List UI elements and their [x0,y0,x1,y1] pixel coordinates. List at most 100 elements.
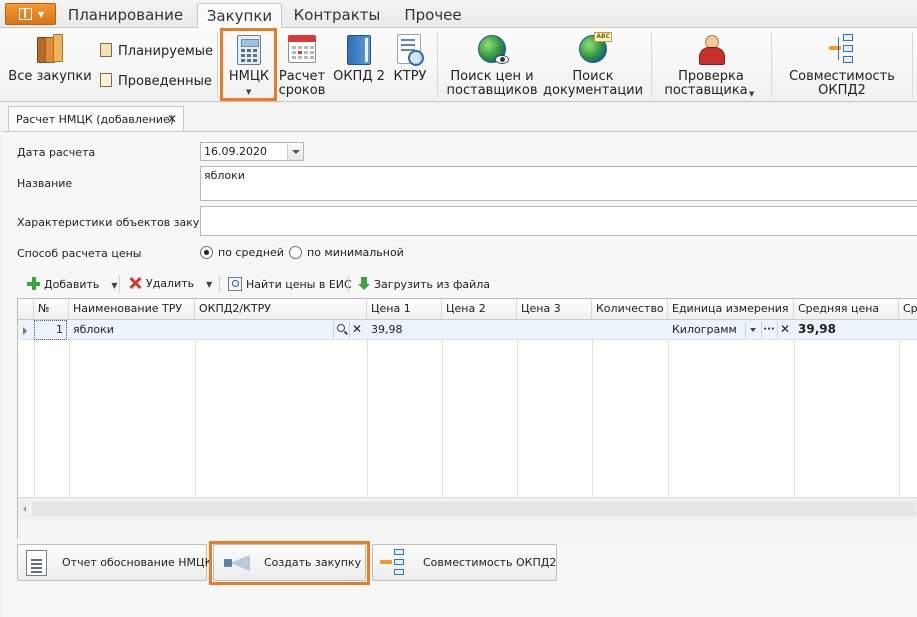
ribbon-separator [651,32,652,98]
cell-price1[interactable]: 39,98 [371,320,403,340]
name-input[interactable]: яблоки [200,166,917,201]
compat-okpd2-button[interactable]: Совместимость ОКПД2 [372,544,557,581]
search-icon [337,324,345,332]
ribbon-tab-bar: ▼ Планирование Закупки Контракты Прочее [0,0,917,29]
date-label: Дата расчета [17,146,96,159]
delete-icon [129,277,141,289]
cell-avg-price[interactable]: 39,98 [798,320,836,340]
tab-planning[interactable]: Планирование [62,3,189,28]
ribbon-separator [771,32,772,98]
grid-header-price1[interactable]: Цена 1 [367,299,442,320]
delete-button[interactable]: Удалить ▼ [129,277,212,290]
row-indicator-icon [23,327,27,335]
date-value: 16.09.2020 [204,145,267,158]
calc-terms-label-1: Расчет [278,69,326,84]
compat-label-1: Совместимость [789,69,895,84]
create-purchase-highlight-frame [209,541,370,585]
grid-header-okpd[interactable]: ОКПД2/КТРУ [195,299,367,320]
date-field[interactable]: 16.09.2020 [200,142,304,161]
clear-icon: ✕ [351,322,363,336]
ellipsis-icon: ··· [763,324,775,335]
books-icon [35,34,65,64]
check-supplier-label-1: Проверка [678,69,744,84]
okpd-search-button[interactable] [333,322,348,338]
ribbon-panel: Все закупки Планируемые Проведенные НМЦК… [0,28,917,102]
check-supplier-button[interactable]: Проверка поставщика ▼ [660,32,762,98]
search-docs-button[interactable]: Поиск документации [543,32,643,98]
method-minimum-label: по минимальной [307,246,404,259]
characteristics-label: Характеристики объектов закупки [17,216,221,229]
all-purchases-button[interactable]: Все закупки [8,32,92,98]
tab-purchases[interactable]: Закупки [197,3,282,29]
chevron-down-icon[interactable]: ▼ [206,280,212,289]
app-menu-button[interactable]: ▼ [5,3,56,25]
calc-terms-button[interactable]: Расчет сроков [278,32,326,98]
chevron-down-icon[interactable]: ▼ [111,281,117,290]
report-document-icon [26,550,47,576]
toolbar-separator [348,275,349,293]
eye-icon [495,55,509,64]
add-button[interactable]: Добавить ▼ [27,277,118,291]
toolbar-separator [119,275,120,293]
grid-header-avg-price[interactable]: Средняя цена [794,299,899,320]
tab-other[interactable]: Прочее [395,3,471,28]
grid-header-unit[interactable]: Единица измерения [668,299,794,320]
grid-header-price3[interactable]: Цена 3 [517,299,592,320]
grid-header-price2[interactable]: Цена 2 [442,299,517,320]
conducted-button[interactable]: Проведенные [100,73,212,89]
planned-label: Планируемые [118,44,214,59]
search-prices-button[interactable]: Поиск цен и поставщиков [444,32,540,98]
unit-clear-button[interactable]: ✕ [777,322,792,338]
date-dropdown-button[interactable] [287,143,303,160]
ktru-button[interactable]: КТРУ [390,32,430,98]
close-icon[interactable]: ✕ [167,107,177,132]
document-tab-title: Расчет НМЦК (добавление) [16,113,175,126]
nmck-highlight-frame [220,28,277,101]
chevron-down-icon [750,328,756,332]
cell-unit[interactable]: Килограмм [672,320,737,340]
toolbar-separator [219,275,220,293]
grid-header-name[interactable]: Наименование ТРУ [69,299,195,320]
document-tab-nmck[interactable]: Расчет НМЦК (добавление) ✕ [8,106,184,132]
scroll-left-icon[interactable] [23,506,26,512]
calc-terms-label-2: сроков [278,83,326,98]
ribbon-separator [912,32,913,98]
search-prices-label-2: поставщиков [446,83,538,98]
characteristics-input[interactable] [200,206,917,236]
load-from-file-button[interactable]: Загрузить из файла [358,277,490,291]
method-average-radio[interactable]: по средней [200,246,284,259]
conducted-label: Проведенные [118,74,212,89]
find-icon [228,277,242,291]
method-minimum-radio[interactable]: по минимальной [289,246,404,259]
horizontal-scrollbar[interactable] [18,497,917,519]
cell-num[interactable]: 1 [34,320,67,340]
grid-header-extra[interactable]: Ср [899,299,917,320]
grid-header-quantity[interactable]: Количество [592,299,668,320]
scrollbar-thumb[interactable] [32,502,916,516]
report-nmck-label: Отчет обоснование НМЦК [62,556,213,569]
catalog-search-icon [397,34,424,66]
download-icon [358,277,370,291]
unit-ellipsis-button[interactable]: ··· [761,322,776,338]
tab-contracts[interactable]: Контракты [287,3,387,28]
cell-name[interactable]: яблоки [73,320,114,340]
clipboard-icon [100,43,112,57]
app-menu-icon [19,8,32,20]
name-label: Название [17,177,73,190]
okpd-clear-button[interactable]: ✕ [349,322,364,338]
person-icon [697,34,725,65]
delete-label: Удалить [146,277,195,290]
grid-header-num[interactable]: № [34,299,69,320]
cell-okpd[interactable] [199,320,329,340]
grid-footer [18,519,917,539]
plus-icon [27,277,40,290]
unit-dropdown-button[interactable] [745,322,760,338]
okpd2-label: ОКПД 2 [333,69,385,84]
okpd2-button[interactable]: ОКПД 2 [330,32,388,98]
radio-selected-icon [200,246,213,259]
planned-button[interactable]: Планируемые [100,43,213,59]
book-icon [347,35,371,65]
find-prices-button[interactable]: Найти цены в ЕИС [228,277,352,291]
report-nmck-button[interactable]: Отчет обоснование НМЦК [17,544,212,581]
compat-okpd2-ribbon-button[interactable]: Совместимость ОКПД2 [785,32,899,98]
